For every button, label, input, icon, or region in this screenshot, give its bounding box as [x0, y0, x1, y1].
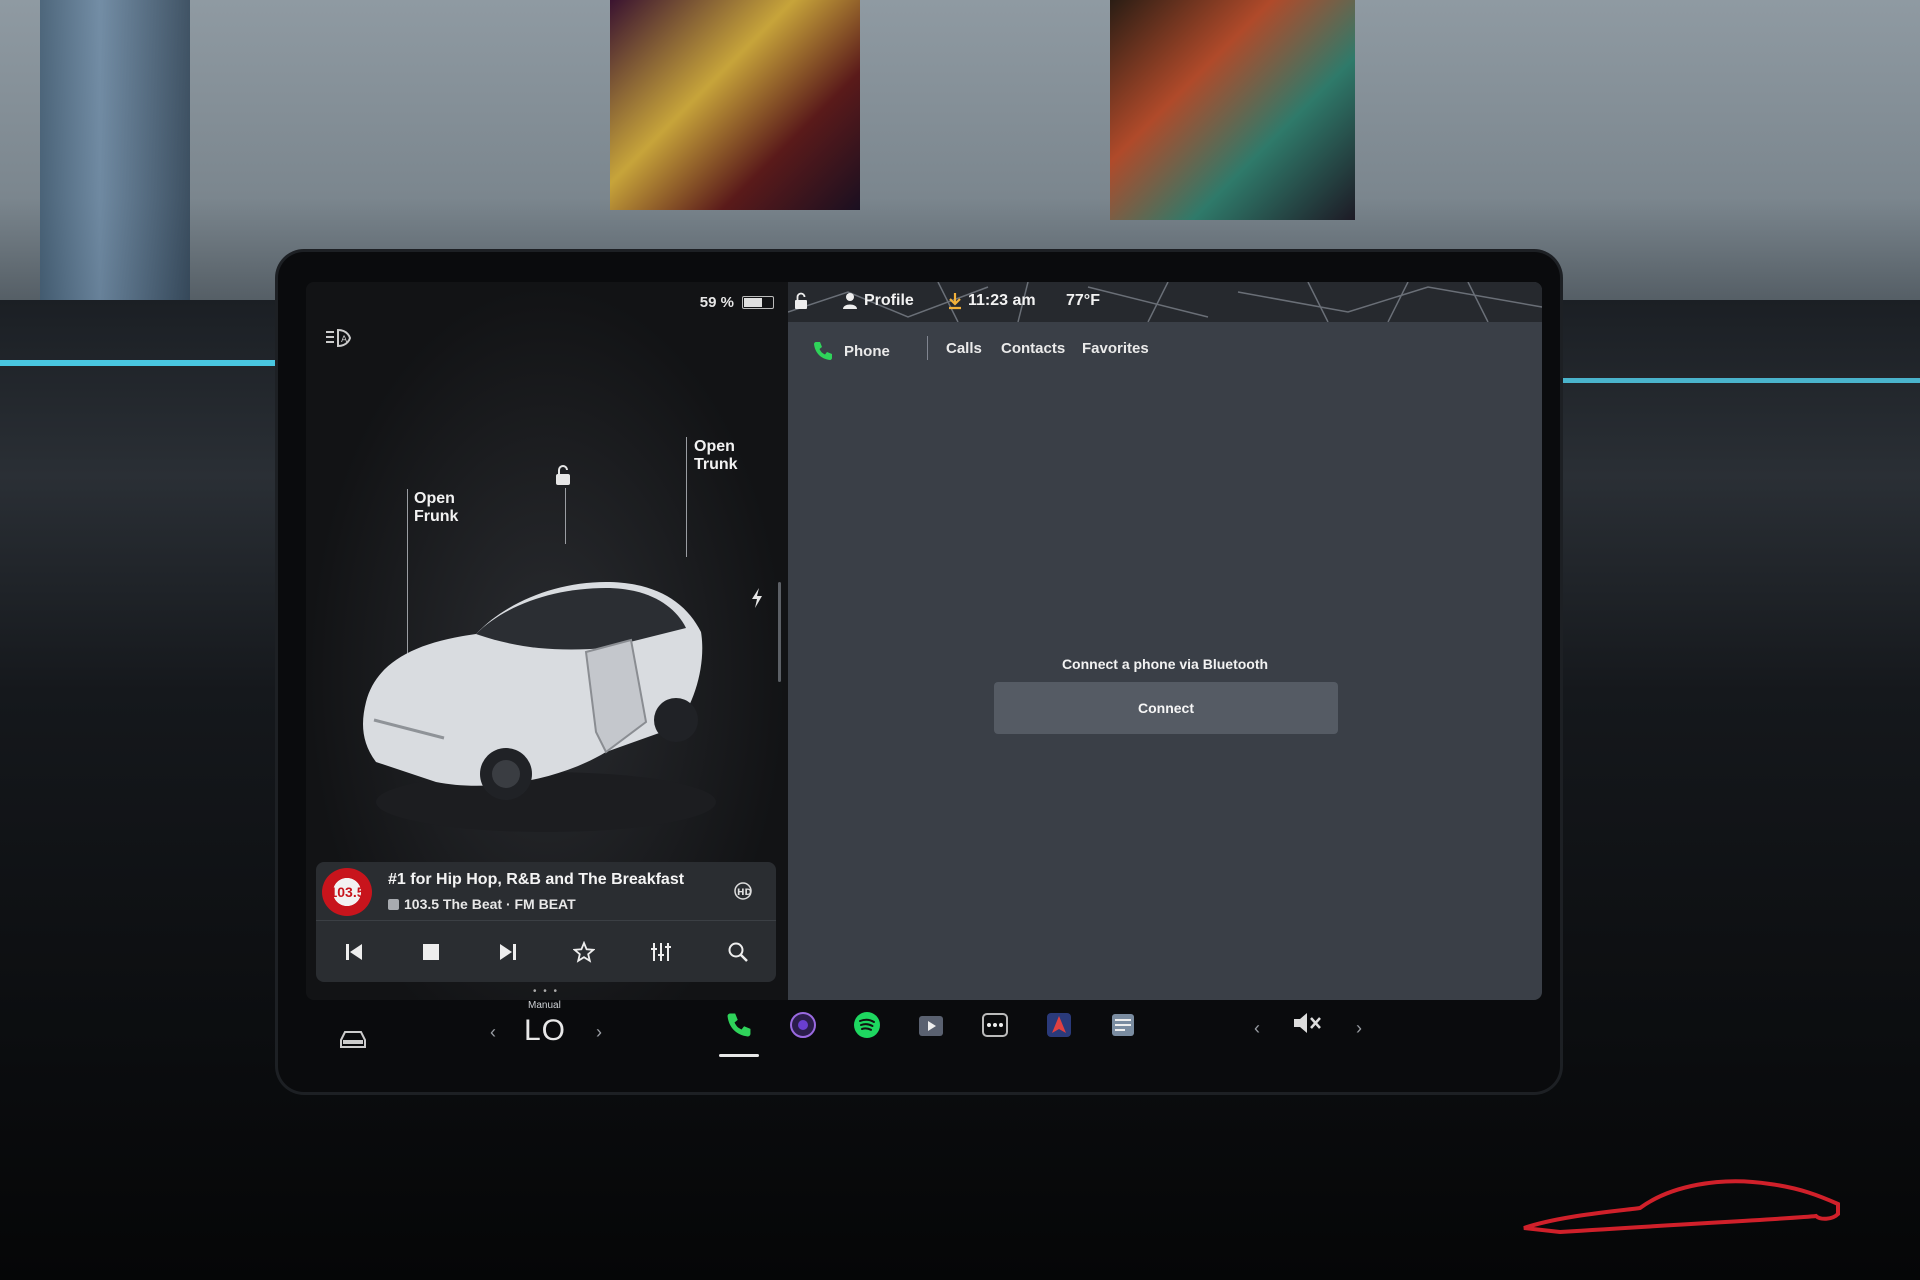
trunk-callout-line — [686, 437, 687, 557]
phone-icon — [814, 342, 832, 360]
station-logo: 103.5 — [322, 868, 372, 916]
dock-notes-button[interactable] — [1106, 1008, 1140, 1042]
trunk-label-line2: Trunk — [694, 456, 738, 473]
previous-track-button[interactable] — [342, 940, 366, 964]
temp-increase-button[interactable]: › — [596, 1022, 602, 1043]
svg-text:HD: HD — [737, 888, 752, 898]
profile-icon — [843, 293, 857, 309]
dock-spotify-button[interactable] — [850, 1008, 884, 1042]
dock-camera-button[interactable] — [786, 1008, 820, 1042]
radio-source-icon — [388, 898, 399, 910]
svg-text:A: A — [341, 335, 348, 345]
volume-mute-icon — [1294, 1013, 1321, 1033]
trunk-label-line1: Open — [694, 438, 735, 455]
active-app-indicator — [719, 1054, 759, 1057]
dock-phone-button[interactable] — [722, 1008, 756, 1042]
hd-radio-icon[interactable]: HD — [732, 880, 754, 902]
status-bar: Profile 11:23 am 77°F — [788, 282, 1542, 322]
auto-headlight-icon[interactable]: A — [324, 328, 352, 348]
ambient-light-right — [1560, 378, 1920, 383]
favorite-button[interactable] — [572, 940, 596, 964]
software-update-status[interactable]: 11:23 am — [948, 292, 1036, 310]
background-poster-left — [610, 0, 860, 210]
search-button[interactable] — [726, 940, 750, 964]
lock-status[interactable] — [794, 292, 808, 310]
ambient-light-left — [0, 360, 280, 366]
dock-navigation-button[interactable] — [1042, 1008, 1076, 1042]
car-silhouette-logo — [1523, 1179, 1840, 1235]
station-logo-text: 103.5 — [329, 884, 365, 900]
now-playing[interactable]: 103.5 #1 for Hip Hop, R&B and The Breakf… — [316, 862, 776, 920]
next-track-button[interactable] — [496, 940, 520, 964]
climate-temperature[interactable]: LO — [524, 1014, 566, 1048]
battery-percent: 59 % — [699, 294, 734, 311]
tab-calls[interactable]: Calls — [946, 340, 982, 357]
phone-icon — [727, 1013, 751, 1037]
navigation-icon — [1047, 1013, 1071, 1037]
theater-icon — [919, 1016, 943, 1036]
battery-fill — [744, 298, 762, 307]
track-subtitle-row: 103.5 The Beat · FM BEAT — [388, 896, 576, 912]
phone-app-panel: Profile 11:23 am 77°F Phone Calls Contac… — [788, 282, 1542, 1000]
equalizer-icon — [650, 943, 671, 961]
outside-temperature-value: 77°F — [1066, 292, 1100, 309]
notes-icon — [1112, 1014, 1134, 1036]
background-poster-right — [1110, 0, 1355, 220]
frunk-label-line2: Frunk — [414, 508, 459, 525]
media-controls — [316, 920, 776, 982]
search-icon — [728, 942, 748, 962]
profile-button[interactable]: Profile — [842, 292, 914, 310]
download-icon — [949, 293, 961, 310]
phone-app-title: Phone — [812, 340, 890, 362]
vehicle-scrollbar[interactable] — [778, 582, 781, 682]
volume-decrease-button[interactable]: ‹ — [1254, 1018, 1260, 1039]
tab-divider — [927, 336, 928, 360]
volume-button[interactable] — [1290, 1006, 1324, 1040]
connect-prompt: Connect a phone via Bluetooth — [1061, 656, 1269, 672]
dock: ‹ • • • Manual LO › ‹ › — [306, 986, 1542, 1070]
charge-port-icon[interactable] — [750, 588, 764, 608]
battery-indicator: 59 % — [700, 294, 774, 311]
unlock-icon[interactable] — [554, 464, 572, 486]
media-player: 103.5 #1 for Hip Hop, R&B and The Breakf… — [316, 862, 776, 982]
spotify-icon — [854, 1012, 880, 1038]
climate-mode: Manual — [528, 1000, 561, 1011]
touchscreen: 59 % A Open Frunk Open Trunk 103.5 #1 fo… — [306, 282, 1542, 1000]
vehicle-panel: 59 % A Open Frunk Open Trunk 103.5 #1 fo… — [306, 282, 788, 1000]
phone-app-label: Phone — [844, 342, 890, 360]
lock-status-icon — [795, 292, 807, 309]
camera-icon — [790, 1012, 816, 1038]
tab-contacts[interactable]: Contacts — [1001, 340, 1065, 357]
battery-icon — [742, 296, 774, 309]
profile-label: Profile — [864, 292, 914, 309]
stop-icon — [422, 944, 439, 960]
climate-dots: • • • — [533, 986, 560, 997]
clock: 11:23 am — [968, 292, 1036, 309]
lock-callout-line — [565, 488, 566, 544]
stop-button[interactable] — [419, 940, 443, 964]
frunk-label-line1: Open — [414, 490, 455, 507]
temp-decrease-button[interactable]: ‹ — [490, 1022, 496, 1043]
outside-temperature: 77°F — [1066, 292, 1100, 310]
car-button[interactable] — [336, 1022, 370, 1056]
track-subtitle: 103.5 The Beat · FM BEAT — [404, 896, 576, 912]
background-window — [40, 0, 190, 310]
equalizer-button[interactable] — [649, 940, 673, 964]
more-apps-icon — [982, 1013, 1008, 1037]
skip-back-icon — [346, 944, 363, 960]
open-frunk-button[interactable]: Open Frunk — [414, 490, 458, 526]
dock-theater-button[interactable] — [914, 1008, 948, 1042]
open-trunk-button[interactable]: Open Trunk — [694, 438, 738, 474]
volume-increase-button[interactable]: › — [1356, 1018, 1362, 1039]
phone-tabs: Phone Calls Contacts Favorites — [788, 322, 1542, 378]
vehicle-3d-render — [363, 582, 716, 832]
car-icon — [340, 1031, 366, 1048]
star-icon — [573, 941, 596, 963]
skip-forward-icon — [499, 944, 516, 960]
track-title: #1 for Hip Hop, R&B and The Breakfast — [388, 871, 685, 888]
tab-favorites[interactable]: Favorites — [1082, 340, 1149, 357]
connect-button[interactable]: Connect — [994, 682, 1338, 734]
dock-more-button[interactable] — [978, 1008, 1012, 1042]
